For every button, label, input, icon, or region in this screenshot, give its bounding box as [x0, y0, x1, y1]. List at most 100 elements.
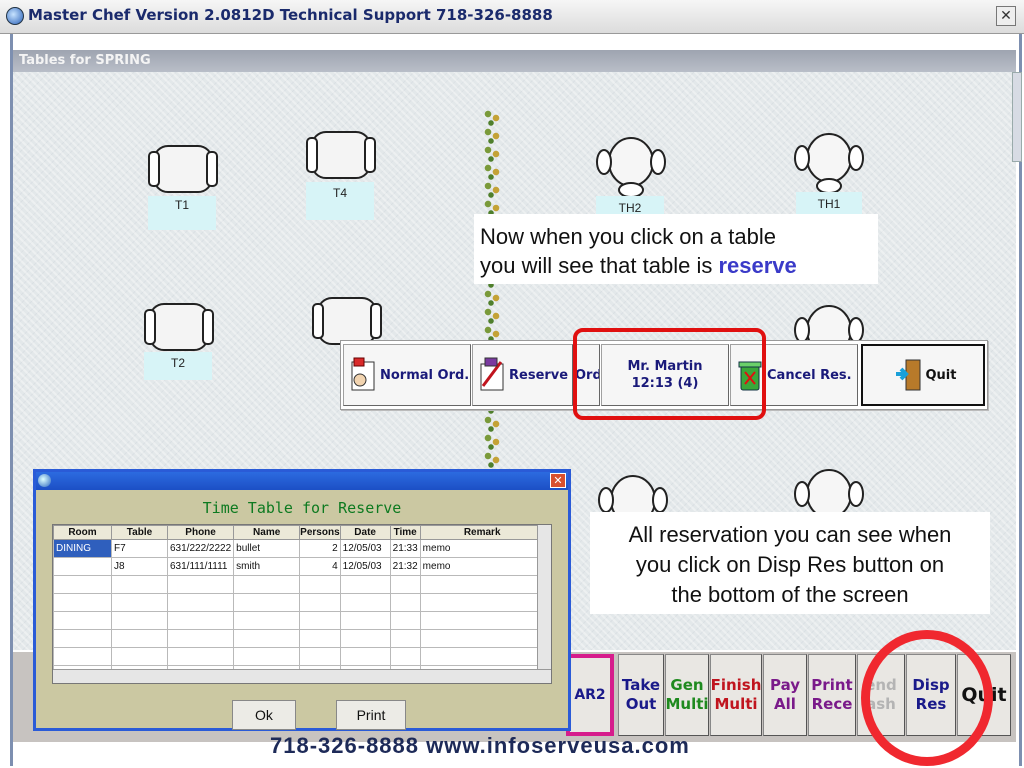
- button-label: Quit: [925, 367, 957, 383]
- cell-phone: [166, 647, 235, 666]
- cell-remark: memo: [419, 539, 545, 558]
- cell-room: [53, 629, 112, 648]
- cell-phone: [166, 611, 235, 630]
- cell-remark: [419, 611, 545, 630]
- table-round-3[interactable]: [794, 296, 864, 355]
- normal-order-button[interactable]: Normal Ord.: [343, 344, 471, 406]
- take-out-button[interactable]: Take Out: [618, 654, 664, 736]
- ok-button[interactable]: Ok: [232, 700, 296, 730]
- button-label: Finish: [710, 675, 762, 694]
- cell-remark: [419, 575, 545, 594]
- table-row[interactable]: [53, 593, 545, 612]
- cell-persons: [299, 593, 341, 612]
- table-t1[interactable]: [148, 142, 218, 200]
- exit-door-icon: [895, 359, 920, 391]
- cell-date: 12/05/03: [339, 557, 391, 576]
- table-row[interactable]: [53, 647, 545, 666]
- gen-multi-button[interactable]: Gen Multi: [665, 654, 709, 736]
- cell-date: [339, 647, 391, 666]
- cell-time: [389, 647, 421, 666]
- table-round-5[interactable]: [794, 460, 864, 519]
- cell-date: [339, 593, 391, 612]
- callout-line: Now when you click on a table: [480, 224, 776, 249]
- cell-table: [111, 647, 168, 666]
- table-label: TH2: [596, 196, 664, 216]
- cell-name: [233, 629, 301, 648]
- table-row[interactable]: DINING F7 631/222/2222 bullet 2 12/05/03 21:33…: [53, 539, 545, 558]
- cell-time: 21:32: [389, 557, 421, 576]
- time-table-dialog: ✕ Time Table for Reserve Room Table Phone N…: [33, 469, 571, 731]
- table-th2[interactable]: [596, 128, 666, 204]
- cell-time: 21:33: [389, 539, 421, 558]
- dialog-close-button[interactable]: ✕: [550, 473, 566, 488]
- column-header[interactable]: Persons: [299, 525, 341, 540]
- column-header[interactable]: Date: [339, 525, 391, 540]
- cell-room: [53, 593, 112, 612]
- cell-room: [53, 575, 112, 594]
- cell-persons: 4: [299, 557, 341, 576]
- cell-phone: [166, 629, 235, 648]
- button-label: Rece: [811, 695, 853, 713]
- cell-room: [53, 557, 112, 576]
- table-row[interactable]: [53, 575, 545, 594]
- callout-line: the bottom of the screen: [671, 582, 909, 607]
- button-label: Print: [811, 675, 853, 694]
- column-header[interactable]: Remark: [419, 525, 545, 540]
- column-header[interactable]: Phone: [166, 525, 235, 540]
- highlight-box: [573, 328, 766, 420]
- callout-highlight: reserve: [718, 253, 797, 278]
- reserve-button[interactable]: Reserve: [472, 344, 573, 406]
- table-th1[interactable]: [794, 124, 864, 200]
- cell-table: [111, 575, 168, 594]
- callout-text: you will see that table is: [480, 253, 719, 278]
- table-row[interactable]: J8 631/111/1111 smith 4 12/05/03 21:32 memo: [53, 557, 545, 576]
- button-label: Multi: [714, 695, 758, 713]
- quit-popup-button[interactable]: Quit: [861, 344, 985, 406]
- cell-name: bullet: [233, 539, 301, 558]
- partial-room-button[interactable]: AR2: [566, 654, 614, 736]
- column-header[interactable]: Name: [233, 525, 301, 540]
- table-header-row: Room Table Phone Name Persons Date Time Remark: [53, 525, 545, 540]
- cell-table: [111, 611, 168, 630]
- print-button[interactable]: Print: [336, 700, 406, 730]
- cell-remark: memo: [419, 557, 545, 576]
- app-icon: [6, 7, 24, 25]
- column-header[interactable]: Time: [389, 525, 421, 540]
- print-receipt-button[interactable]: Print Rece: [808, 654, 856, 736]
- table-row[interactable]: [53, 611, 545, 630]
- table-label: T2: [144, 352, 212, 380]
- button-label: Multi: [665, 695, 709, 713]
- table-label: T1: [148, 196, 216, 230]
- callout-line: you click on Disp Res button on: [635, 552, 945, 577]
- button-label: All: [774, 695, 796, 713]
- round-table-icon: [794, 305, 864, 355]
- cell-time: [389, 611, 421, 630]
- pay-all-button[interactable]: Pay All: [763, 654, 807, 736]
- cell-phone: 631/222/2222: [166, 539, 235, 558]
- plant-divider: [482, 108, 504, 478]
- cell-remark: [419, 629, 545, 648]
- table-t4[interactable]: [306, 128, 376, 186]
- column-header[interactable]: Table: [111, 525, 168, 540]
- grid-vertical-scrollbar[interactable]: [537, 525, 551, 683]
- table-t2[interactable]: [144, 300, 214, 358]
- cell-phone: 631/111/1111: [166, 557, 235, 576]
- round-table-icon: [596, 137, 666, 198]
- table-row[interactable]: [53, 629, 545, 648]
- column-header[interactable]: Room: [53, 525, 112, 540]
- floor-title: Tables for SPRING: [19, 53, 151, 68]
- square-table-icon: [148, 145, 218, 193]
- cell-table: [111, 629, 168, 648]
- cell-time: [389, 593, 421, 612]
- cell-table: J8: [111, 557, 168, 576]
- floor-scrollbar[interactable]: [1012, 72, 1022, 162]
- dialog-titlebar: ✕: [36, 472, 568, 490]
- finish-multi-button[interactable]: Finish Multi: [710, 654, 762, 736]
- menu-book-icon: [351, 357, 375, 391]
- grid-horizontal-scrollbar[interactable]: [53, 669, 551, 683]
- cell-date: 12/05/03: [339, 539, 391, 558]
- button-label: Out: [625, 695, 657, 713]
- cell-name: [233, 575, 301, 594]
- window-close-button[interactable]: ✕: [996, 6, 1016, 26]
- cell-phone: [166, 575, 235, 594]
